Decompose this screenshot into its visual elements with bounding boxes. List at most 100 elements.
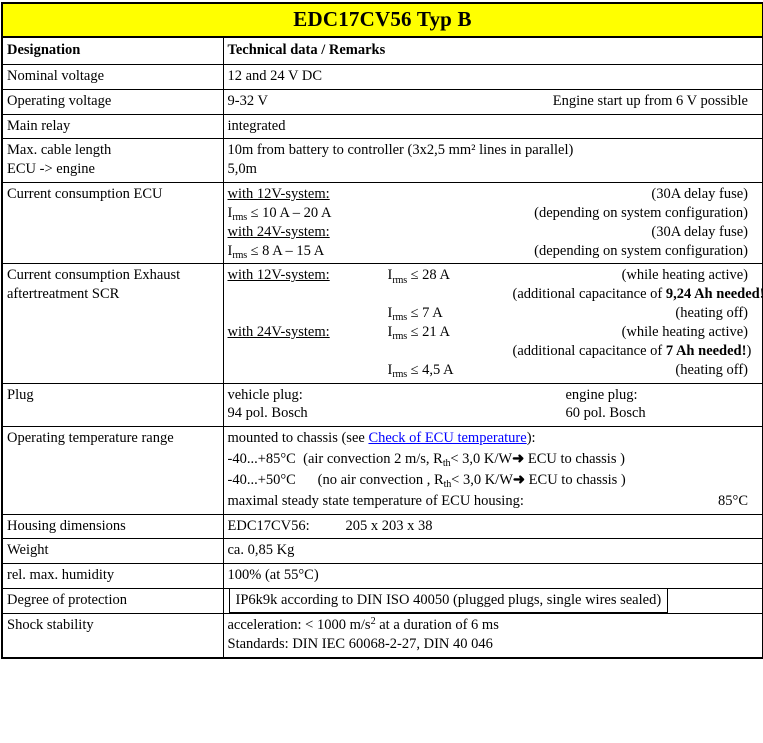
table-row: Main relay integrated [2, 114, 763, 139]
scr-24v-heating-current: Irms ≤ 21 A [388, 323, 513, 342]
scr-12v-system-label: with 12V-system: [228, 266, 388, 285]
table-row: Operating voltage 9-32 V Engine start up… [2, 89, 763, 114]
engine-plug-label: engine plug: [558, 386, 759, 405]
ecu-12v-depends-note: (depending on system configuration) [443, 204, 759, 223]
temperature-range-2-line: -40...+50°C (no air convection , Rth< 3,… [228, 471, 759, 492]
arrow-icon: ➜ [512, 451, 524, 467]
row-label-current-consumption-scr: Current consumption Exhaust aftertreatme… [2, 264, 223, 383]
scr-12v-capacitance-note: (additional capacitance of 9,24 Ah neede… [513, 285, 763, 304]
ecu-12v-system-line: with 12V-system: (30A delay fuse) [228, 185, 759, 204]
arrow-icon: ➜ [513, 472, 525, 488]
ecu-24v-system-line: with 24V-system: (30A delay fuse) [228, 223, 759, 242]
operating-voltage-note: Engine start up from 6 V possible [553, 92, 758, 111]
page-title: EDC17CV56 Typ B [2, 3, 763, 37]
ecu-12v-current-value: Irms ≤ 10 A – 20 A [228, 204, 443, 223]
vehicle-plug-value: 94 pol. Bosch [228, 404, 558, 423]
scr-12v-heating-current: Irms ≤ 28 A [388, 266, 513, 285]
scr-12v-heating-line: with 12V-system: Irms ≤ 28 A (while heat… [228, 266, 759, 285]
title-row: EDC17CV56 Typ B [2, 3, 763, 37]
row-label-plug: Plug [2, 383, 223, 427]
scr-24v-capacitance-note: (additional capacitance of 7 Ah needed!) [513, 342, 762, 361]
cable-length-value-line2: 5,0m [228, 160, 759, 179]
row-label-current-consumption-ecu: Current consumption ECU [2, 183, 223, 264]
row-label-weight: Weight [2, 539, 223, 564]
cable-length-label-line1: Max. cable length [7, 141, 219, 160]
row-value-shock-stability: acceleration: < 1000 m/s2 at a duration … [223, 613, 763, 657]
ecu-24v-system-label: with 24V-system: [228, 223, 443, 242]
scr-12v-heating-off-note: (heating off) [513, 304, 759, 323]
cable-length-value-line1: 10m from battery to controller (3x2,5 mm… [228, 141, 759, 160]
row-label-shock-stability: Shock stability [2, 613, 223, 657]
row-value-degree-of-protection: IP6k9k according to DIN ISO 40050 (plugg… [223, 589, 763, 614]
housing-part-number: EDC17CV56: [228, 517, 346, 536]
scr-12v-heating-off-current: Irms ≤ 7 A [388, 304, 513, 323]
row-value-humidity: 100% (at 55°C) [223, 564, 763, 589]
engine-plug-value: 60 pol. Bosch [558, 404, 759, 423]
operating-voltage-line: 9-32 V Engine start up from 6 V possible [228, 92, 759, 111]
row-label-nominal-voltage: Nominal voltage [2, 64, 223, 89]
check-ecu-temperature-link[interactable]: Check of ECU temperature [368, 430, 526, 446]
row-value-operating-temperature: mounted to chassis (see Check of ECU tem… [223, 427, 763, 514]
scr-24v-capacitance-line: (additional capacitance of 7 Ah needed!) [228, 342, 759, 361]
cable-length-label-line2: ECU -> engine [7, 160, 219, 179]
table-header-row: Designation Technical data / Remarks [2, 37, 763, 64]
scr-12v-heating-note: (while heating active) [513, 266, 759, 285]
scr-24v-heating-line: with 24V-system: Irms ≤ 21 A (while heat… [228, 323, 759, 342]
specification-table: EDC17CV56 Typ B Designation Technical da… [1, 2, 763, 659]
scr-12v-capacitance-line: (additional capacitance of 9,24 Ah neede… [228, 285, 759, 304]
row-label-operating-voltage: Operating voltage [2, 89, 223, 114]
table-row: rel. max. humidity 100% (at 55°C) [2, 564, 763, 589]
row-label-main-relay: Main relay [2, 114, 223, 139]
table-row: Housing dimensions EDC17CV56: 205 x 203 … [2, 514, 763, 539]
steady-state-label: maximal steady state temperature of ECU … [228, 492, 524, 511]
row-value-operating-voltage: 9-32 V Engine start up from 6 V possible [223, 89, 763, 114]
degree-of-protection-box: IP6k9k according to DIN ISO 40050 (plugg… [229, 588, 669, 613]
row-label-degree-of-protection: Degree of protection [2, 589, 223, 614]
temperature-range-1-line: -40...+85°C (air convection 2 m/s, Rth< … [228, 450, 759, 471]
row-label-operating-temperature: Operating temperature range [2, 427, 223, 514]
row-label-humidity: rel. max. humidity [2, 564, 223, 589]
housing-dimensions-line: EDC17CV56: 205 x 203 x 38 [228, 517, 759, 536]
plug-labels-line: vehicle plug: engine plug: [228, 386, 759, 405]
shock-acceleration-line: acceleration: < 1000 m/s2 at a duration … [228, 616, 759, 635]
mounted-to-chassis-line: mounted to chassis (see Check of ECU tem… [228, 429, 759, 450]
table-row: Nominal voltage 12 and 24 V DC [2, 64, 763, 89]
ecu-24v-depends-note: (depending on system configuration) [443, 242, 759, 261]
column-header-technical-data: Technical data / Remarks [223, 37, 763, 64]
table-row: Degree of protection IP6k9k according to… [2, 589, 763, 614]
scr-label-line1: Current consumption Exhaust [7, 266, 219, 285]
table-row: Current consumption ECU with 12V-system:… [2, 183, 763, 264]
scr-24v-heating-off-line: Irms ≤ 4,5 A (heating off) [228, 361, 759, 380]
scr-12v-heating-off-line: Irms ≤ 7 A (heating off) [228, 304, 759, 323]
table-row: Current consumption Exhaust aftertreatme… [2, 264, 763, 383]
steady-state-temperature-line: maximal steady state temperature of ECU … [228, 492, 759, 511]
column-header-designation: Designation [2, 37, 223, 64]
vehicle-plug-label: vehicle plug: [228, 386, 558, 405]
steady-state-value: 85°C [718, 492, 758, 511]
table-row: Max. cable length ECU -> engine 10m from… [2, 139, 763, 183]
ecu-24v-current-value: Irms ≤ 8 A – 15 A [228, 242, 443, 261]
row-value-nominal-voltage: 12 and 24 V DC [223, 64, 763, 89]
ecu-12v-fuse-note: (30A delay fuse) [443, 185, 759, 204]
scr-24v-heating-off-note: (heating off) [513, 361, 759, 380]
ecu-12v-system-label: with 12V-system: [228, 185, 443, 204]
table-row: Weight ca. 0,85 Kg [2, 539, 763, 564]
scr-label-line2: aftertreatment SCR [7, 285, 219, 304]
plug-values-line: 94 pol. Bosch 60 pol. Bosch [228, 404, 759, 423]
housing-dimensions-value: 205 x 203 x 38 [346, 517, 759, 536]
ecu-24v-fuse-note: (30A delay fuse) [443, 223, 759, 242]
table-row: Shock stability acceleration: < 1000 m/s… [2, 613, 763, 657]
row-label-cable-length: Max. cable length ECU -> engine [2, 139, 223, 183]
row-value-current-consumption-scr: with 12V-system: Irms ≤ 28 A (while heat… [223, 264, 763, 383]
row-value-current-consumption-ecu: with 12V-system: (30A delay fuse) Irms ≤… [223, 183, 763, 264]
operating-voltage-value: 9-32 V [228, 92, 268, 111]
spec-sheet: EDC17CV56 Typ B Designation Technical da… [0, 2, 763, 743]
row-value-main-relay: integrated [223, 114, 763, 139]
table-row: Plug vehicle plug: engine plug: 94 pol. … [2, 383, 763, 427]
row-label-housing-dimensions: Housing dimensions [2, 514, 223, 539]
ecu-24v-current-line: Irms ≤ 8 A – 15 A (depending on system c… [228, 242, 759, 261]
scr-24v-system-label: with 24V-system: [228, 323, 388, 342]
row-value-weight: ca. 0,85 Kg [223, 539, 763, 564]
shock-standards-line: Standards: DIN IEC 60068-2-27, DIN 40 04… [228, 635, 759, 654]
row-value-housing-dimensions: EDC17CV56: 205 x 203 x 38 [223, 514, 763, 539]
